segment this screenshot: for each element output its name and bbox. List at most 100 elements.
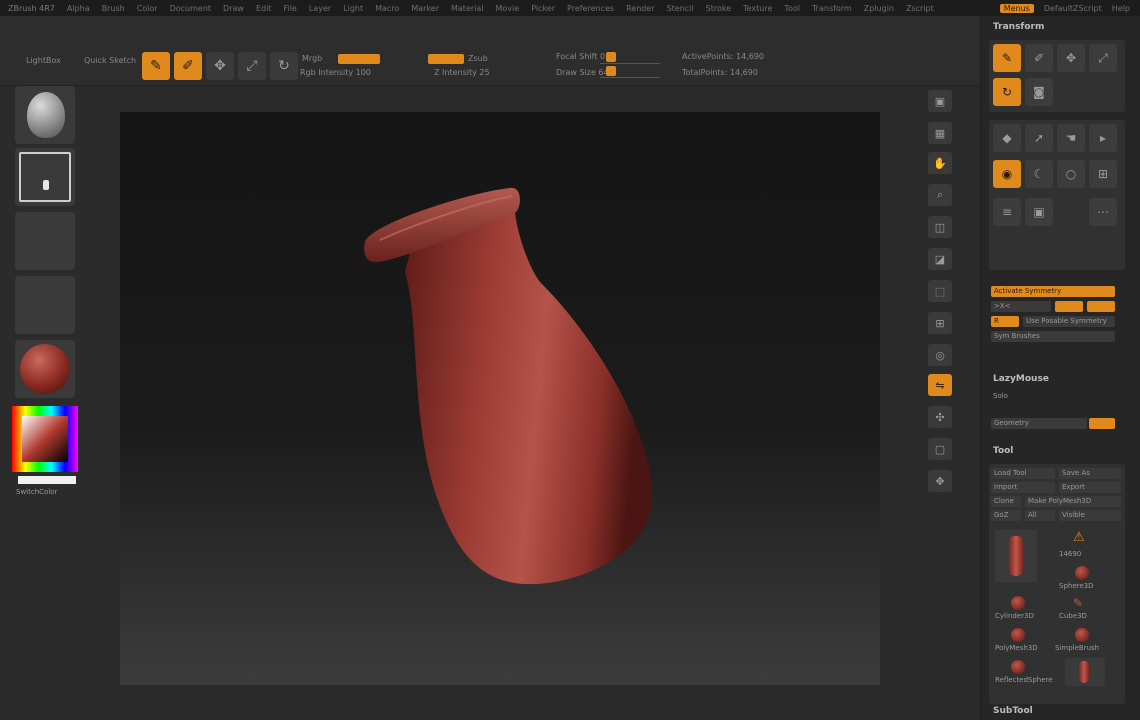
subtool-header[interactable]: SubTool [993, 706, 1033, 716]
draw-size-track[interactable] [600, 66, 660, 78]
focal-shift-knob[interactable] [606, 52, 616, 62]
scale-button[interactable]: ⤢ [238, 52, 266, 80]
current-tool-thumb[interactable] [995, 530, 1037, 582]
mode-button-3[interactable]: ☚ [1057, 124, 1085, 152]
rotate-button[interactable]: ↻ [270, 52, 298, 80]
symmetry-xyz-toggle[interactable]: >X< [991, 301, 1051, 312]
menu-color[interactable]: Color [137, 4, 158, 13]
draw-mode-button[interactable]: ✐ [1025, 44, 1053, 72]
menu-alpha[interactable]: Alpha [67, 4, 90, 13]
symmetry-z-toggle[interactable] [1087, 301, 1115, 312]
snapshot-button[interactable]: ◙ [1025, 78, 1053, 106]
alpha-selector[interactable] [15, 212, 75, 270]
menu-stroke[interactable]: Stroke [706, 4, 732, 13]
mode-button-6[interactable]: ☾ [1025, 160, 1053, 188]
thumb-vase-small[interactable] [1065, 658, 1105, 686]
symmetry-y-toggle[interactable] [1055, 301, 1083, 312]
scale-mode-button[interactable]: ⤢ [1089, 44, 1117, 72]
zsub-label[interactable]: Zsub [468, 54, 488, 63]
thumb-sphere[interactable] [1075, 566, 1089, 580]
menu-movie[interactable]: Movie [496, 4, 520, 13]
floor-button[interactable]: ⊞ [928, 312, 952, 334]
move-view-button[interactable]: ✥ [928, 470, 952, 492]
goz-button[interactable]: GoZ [991, 510, 1021, 521]
brush-selector[interactable] [15, 86, 75, 144]
export-button[interactable]: Export [1059, 482, 1121, 493]
focal-shift-slider[interactable]: Focal Shift 0 [556, 52, 605, 61]
posable-symmetry-button[interactable]: Use Posable Symmetry [1023, 316, 1115, 327]
thumb-reflected[interactable] [1011, 660, 1025, 674]
color-saturation-square[interactable] [22, 416, 68, 462]
mode-button-2[interactable]: ➚ [1025, 124, 1053, 152]
rgb-intensity-slider[interactable]: Rgb Intensity 100 [300, 68, 371, 77]
edit-button[interactable]: ✎ [142, 52, 170, 80]
menu-file[interactable]: File [283, 4, 296, 13]
menu-render[interactable]: Render [626, 4, 654, 13]
menu-picker[interactable]: Picker [531, 4, 555, 13]
mode-button-5[interactable]: ◉ [993, 160, 1021, 188]
color-picker[interactable] [12, 406, 78, 472]
frame-button[interactable]: ▢ [928, 438, 952, 460]
mode-button-10[interactable]: ▣ [1025, 198, 1053, 226]
menu-material[interactable]: Material [451, 4, 484, 13]
lightbox-button[interactable]: LightBox [26, 56, 61, 65]
move-button[interactable]: ✥ [206, 52, 234, 80]
transform-header[interactable]: Transform [993, 22, 1044, 32]
symmetry-r-toggle[interactable]: R [991, 316, 1019, 327]
menus-toggle[interactable]: Menus [999, 3, 1034, 13]
solo-label[interactable]: Solo [993, 392, 1008, 400]
menu-transform[interactable]: Transform [812, 4, 852, 13]
switch-color-label[interactable]: SwitchColor [16, 488, 57, 496]
move-mode-button[interactable]: ✥ [1057, 44, 1085, 72]
geometry-slider[interactable]: Geometry [991, 418, 1087, 429]
aahalf-button[interactable]: ◪ [928, 248, 952, 270]
menu-texture[interactable]: Texture [743, 4, 772, 13]
activate-symmetry-button[interactable]: Activate Symmetry [991, 286, 1115, 297]
menu-tool[interactable]: Tool [784, 4, 800, 13]
import-button[interactable]: Import [991, 482, 1055, 493]
thumb-simplebrush[interactable] [1075, 628, 1089, 642]
texture-selector[interactable] [15, 276, 75, 334]
mode-button-8[interactable]: ⊞ [1089, 160, 1117, 188]
lsym-button[interactable]: ⇋ [928, 374, 952, 396]
mode-button-11[interactable]: ⋯ [1089, 198, 1117, 226]
color-swatch[interactable] [18, 476, 76, 484]
menu-document[interactable]: Document [170, 4, 211, 13]
goz-all-button[interactable]: All [1025, 510, 1055, 521]
menu-zscript[interactable]: Zscript [906, 4, 934, 13]
mode-button-1[interactable]: ◆ [993, 124, 1021, 152]
default-zscript[interactable]: DefaultZScript [1044, 4, 1102, 13]
material-selector[interactable] [15, 340, 75, 398]
thumb-polymesh[interactable] [1011, 628, 1025, 642]
menu-layer[interactable]: Layer [309, 4, 331, 13]
menu-draw[interactable]: Draw [223, 4, 244, 13]
make-polymesh-button[interactable]: Make PolyMesh3D [1025, 496, 1121, 507]
thumb-cylinder[interactable] [1011, 596, 1025, 610]
actual-button[interactable]: ◫ [928, 216, 952, 238]
sym-brushes-button[interactable]: Sym Brushes [991, 331, 1115, 342]
draw-size-knob[interactable] [606, 66, 616, 76]
document-canvas[interactable] [120, 112, 880, 685]
menu-edit[interactable]: Edit [256, 4, 272, 13]
tool-header[interactable]: Tool [993, 446, 1013, 456]
menu-light[interactable]: Light [343, 4, 363, 13]
menu-zplugin[interactable]: Zplugin [864, 4, 894, 13]
menu-macro[interactable]: Macro [375, 4, 399, 13]
spix-button[interactable]: ▦ [928, 122, 952, 144]
menu-marker[interactable]: Marker [411, 4, 439, 13]
z-intensity-slider[interactable]: Z Intensity 25 [434, 68, 490, 77]
load-tool-button[interactable]: Load Tool [991, 468, 1055, 479]
clone-button[interactable]: Clone [991, 496, 1021, 507]
quicksketch-button[interactable]: Quick Sketch [84, 56, 136, 65]
save-as-button[interactable]: Save As [1059, 468, 1121, 479]
scroll-button[interactable]: ✋ [928, 152, 952, 174]
menu-stencil[interactable]: Stencil [667, 4, 694, 13]
focal-shift-track[interactable] [600, 52, 660, 64]
vase-model[interactable] [120, 112, 880, 685]
rgb-toggle[interactable] [338, 54, 380, 64]
menu-brush[interactable]: Brush [102, 4, 125, 13]
zadd-toggle[interactable] [428, 54, 464, 64]
edit-mode-button[interactable]: ✎ [993, 44, 1021, 72]
stroke-selector[interactable] [15, 148, 75, 206]
draw-button[interactable]: ✐ [174, 52, 202, 80]
